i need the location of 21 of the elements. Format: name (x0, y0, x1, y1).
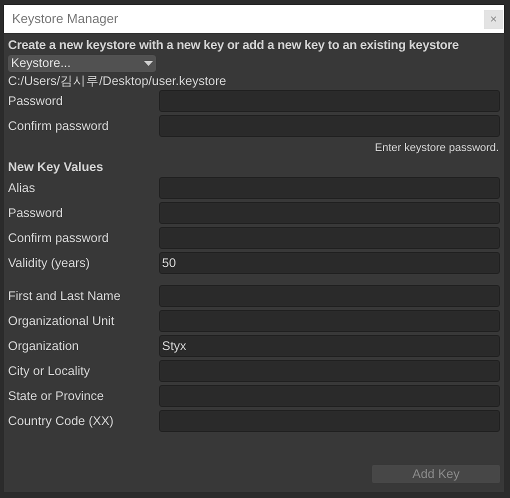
field-label: Alias (8, 180, 36, 197)
dropdown-arrow-icon (144, 60, 153, 66)
field-label: Password (8, 204, 64, 222)
field-label: Country Code (XX) (8, 412, 115, 430)
input-field[interactable]: Styx (159, 335, 500, 357)
keystore-dropdown[interactable]: Keystore... (8, 55, 156, 72)
hint-text: Enter keystore password. (374, 141, 499, 155)
input-field[interactable]: 50 (159, 252, 500, 274)
field-label: Confirm password (8, 230, 110, 247)
field-label: State or Province (8, 388, 105, 405)
field-label: Organizational Unit (8, 312, 116, 330)
section-heading: New Key Values (8, 159, 104, 175)
field-label: Confirm password (8, 118, 110, 135)
field-label: Password (8, 92, 64, 110)
field-label: Validity (years) (8, 254, 91, 272)
window-title: Keystore Manager (12, 10, 118, 28)
intro-text: Create a new keystore with a new key or add a new key to an existing keystore (8, 37, 460, 53)
field-label: Organization (8, 338, 80, 355)
field-label: City or Locality (8, 362, 91, 380)
field-label: First and Last Name (8, 288, 122, 305)
keystore-path: C:/Users/김시루/Desktop/user.keystore (8, 73, 228, 90)
